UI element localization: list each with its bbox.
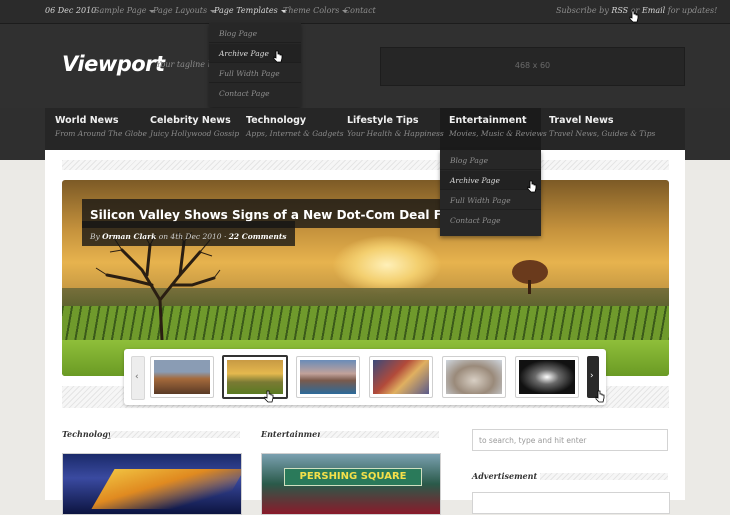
nav-item-lifestyle-tips[interactable]: Lifestyle Tips Your Health & Happiness bbox=[347, 115, 444, 138]
hero-meta: By Orman Clark on 4th Dec 2010 · 22 Comm… bbox=[90, 232, 287, 241]
prev-slide-button[interactable]: ‹ bbox=[131, 356, 145, 400]
dropdown-item-full-width-page[interactable]: Full Width Page bbox=[209, 64, 301, 83]
dropdown-item-full-width-page[interactable]: Full Width Page bbox=[440, 191, 541, 210]
thumbnail-6[interactable] bbox=[515, 356, 579, 398]
entertainment-dropdown: Blog Page Archive Page Full Width Page C… bbox=[440, 150, 541, 236]
search-input[interactable] bbox=[472, 429, 668, 451]
pershing-square-sign: PERSHING SQUARE bbox=[284, 468, 422, 486]
email-link[interactable]: Email bbox=[642, 6, 665, 15]
nav-item-celebrity-news[interactable]: Celebrity News Juicy Hollywood Gossip bbox=[150, 115, 239, 138]
nav-item-technology[interactable]: Technology Apps, Internet & Gadgets bbox=[246, 115, 344, 138]
section-heading-technology[interactable]: Technology bbox=[62, 429, 113, 439]
top-bar: 06 Dec 2010 Sample Page Page Layouts Pag… bbox=[0, 0, 730, 24]
rss-link[interactable]: RSS bbox=[611, 6, 628, 15]
hero-distant-tree bbox=[512, 260, 548, 294]
hand-cursor-icon bbox=[595, 390, 605, 403]
divider bbox=[320, 431, 439, 438]
topbar-menu-page-templates[interactable]: Page Templates bbox=[214, 6, 287, 15]
site-logo[interactable]: Viewport bbox=[62, 52, 165, 76]
entertainment-post-image[interactable]: PERSHING SQUARE bbox=[261, 453, 441, 515]
thumbnail-2[interactable] bbox=[222, 355, 288, 399]
dropdown-item-contact-page[interactable]: Contact Page bbox=[209, 84, 301, 103]
technology-post-image[interactable] bbox=[62, 453, 242, 515]
nav-item-entertainment[interactable]: Entertainment Movies, Music & Reviews bbox=[449, 115, 547, 138]
divider bbox=[62, 160, 669, 170]
section-heading-advertisement: Advertisement bbox=[472, 471, 538, 481]
hand-cursor-icon bbox=[527, 180, 537, 193]
chevron-right-icon: › bbox=[590, 371, 594, 381]
divider bbox=[540, 473, 668, 480]
hero-meta-box: By Orman Clark on 4th Dec 2010 · 22 Comm… bbox=[82, 221, 295, 246]
page-templates-dropdown: Blog Page Archive Page Full Width Page C… bbox=[209, 23, 301, 107]
author-link[interactable]: Orman Clark bbox=[102, 232, 156, 241]
hand-cursor-icon bbox=[264, 390, 274, 403]
hand-cursor-icon bbox=[629, 10, 639, 23]
sidebar-ad-box[interactable] bbox=[472, 492, 670, 514]
topbar-date: 06 Dec 2010 bbox=[45, 6, 97, 15]
dropdown-item-blog-page[interactable]: Blog Page bbox=[440, 151, 541, 170]
main-nav: World News From Around The Globe Celebrit… bbox=[45, 108, 685, 150]
thumbnail-4[interactable] bbox=[369, 356, 433, 398]
hero-tree bbox=[95, 231, 221, 340]
dropdown-item-archive-page[interactable]: Archive Page bbox=[209, 44, 301, 63]
comments-link[interactable]: 22 Comments bbox=[229, 232, 287, 241]
divider bbox=[110, 431, 240, 438]
topbar-menu-theme-colors[interactable]: Theme Colors bbox=[283, 6, 349, 15]
thumbnail-3[interactable] bbox=[296, 356, 360, 398]
nav-item-travel-news[interactable]: Travel News Travel News, Guides & Tips bbox=[549, 115, 655, 138]
tech-image-light bbox=[91, 469, 241, 509]
hand-cursor-icon bbox=[273, 50, 283, 63]
topbar-menu-page-layouts[interactable]: Page Layouts bbox=[153, 6, 217, 15]
thumbnail-5[interactable] bbox=[442, 356, 506, 398]
topbar-menu-contact[interactable]: Contact bbox=[344, 6, 376, 15]
thumbnail-1[interactable] bbox=[150, 356, 214, 398]
dropdown-item-archive-page[interactable]: Archive Page bbox=[440, 171, 541, 190]
header-ad-banner[interactable]: 468 x 60 bbox=[380, 47, 685, 86]
section-heading-entertainment[interactable]: Entertainment bbox=[261, 429, 327, 439]
chevron-left-icon: ‹ bbox=[135, 372, 139, 382]
dropdown-item-contact-page[interactable]: Contact Page bbox=[440, 211, 541, 230]
nav-item-world-news[interactable]: World News From Around The Globe bbox=[55, 115, 147, 138]
hero-sun bbox=[332, 235, 442, 295]
dropdown-item-blog-page[interactable]: Blog Page bbox=[209, 24, 301, 43]
hero-title[interactable]: Silicon Valley Shows Signs of a New Dot-… bbox=[90, 208, 479, 222]
topbar-menu-sample-page[interactable]: Sample Page bbox=[94, 6, 156, 15]
thumbnail-strip: ‹ › bbox=[124, 349, 606, 405]
